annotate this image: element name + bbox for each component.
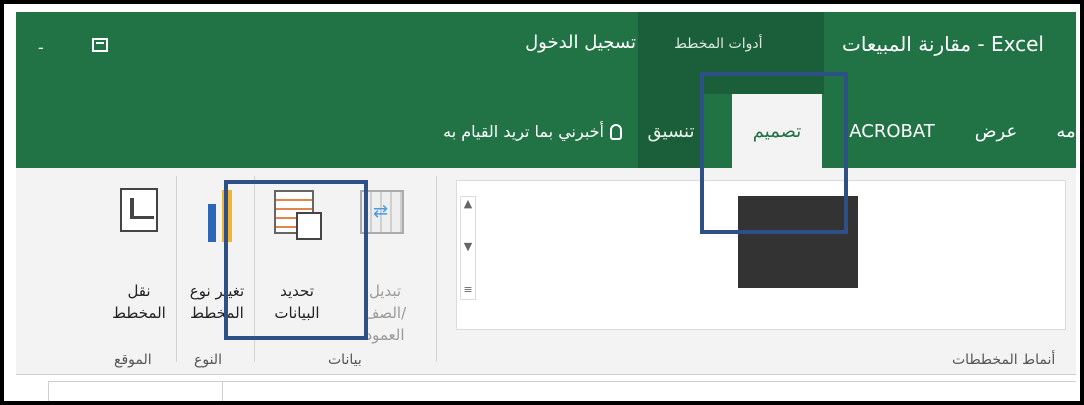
select-data-label: تحديد البيانات [274, 282, 320, 322]
ribbon-tabs: أخبرني بما تريد القيام به تنسيق تصميم AC… [16, 94, 1076, 168]
group-label-location: الموقع [114, 352, 152, 368]
tab-view[interactable]: عرض [966, 94, 1026, 168]
screenshot-frame: - تسجيل الدخول أدوات المخطط مقارنة المبي… [0, 0, 1084, 405]
select-data-icon [274, 190, 322, 240]
change-chart-type-icon [204, 190, 240, 242]
tab-acrobat[interactable]: ACROBAT [842, 94, 942, 168]
gallery-scroll-up-icon[interactable]: ▲ [461, 197, 475, 210]
gallery-scrollbar[interactable]: ▲ ▼ ≡ [460, 196, 476, 300]
tell-me-text: أخبرني بما تريد القيام به [443, 122, 604, 141]
move-chart-icon [120, 188, 158, 232]
select-data-button[interactable]: تحديد البيانات [262, 178, 332, 328]
tell-me-box[interactable]: أخبرني بما تريد القيام به [443, 122, 622, 141]
tab-partial[interactable]: مه [1054, 94, 1078, 168]
change-chart-type-label: تغيير نوع المخطط [189, 282, 245, 322]
change-chart-type-button[interactable]: تغيير نوع المخطط [182, 178, 252, 328]
group-label-type: النوع [194, 352, 222, 368]
document-title: مقارنة المبيعات - Excel [841, 32, 1044, 56]
group-label-chart-styles: أنماط المخططات [952, 352, 1056, 368]
gallery-scroll-down-icon[interactable]: ▼ [461, 240, 475, 253]
group-label-data: بيانات [328, 352, 362, 368]
login-link[interactable]: تسجيل الدخول [525, 32, 636, 53]
switch-row-column-label: تبديل الصف/ العمود [363, 282, 407, 344]
move-chart-button[interactable]: نقل المخطط [104, 178, 174, 328]
switch-row-column-button[interactable]: تبديل الصف/ العمود [350, 178, 420, 344]
gallery-more-icon[interactable]: ≡ [461, 283, 475, 296]
tab-design[interactable]: تصميم [732, 94, 822, 168]
switch-row-column-icon [360, 190, 404, 234]
quick-access-icon[interactable] [92, 38, 108, 52]
group-separator [436, 176, 437, 362]
formula-bar-area [16, 375, 1076, 401]
chart-tools-label: أدوات المخطط [674, 36, 763, 52]
group-separator [176, 176, 177, 362]
formula-input[interactable] [222, 381, 1076, 401]
tab-format[interactable]: تنسيق [638, 94, 704, 168]
title-bar: - تسجيل الدخول أدوات المخطط مقارنة المبي… [16, 12, 1076, 182]
ribbon-panel: نقل المخطط تغيير نوع المخطط تحديد البيان… [16, 168, 1076, 374]
chart-style-thumbnail[interactable] [738, 196, 858, 288]
move-chart-label: نقل المخطط [112, 282, 166, 322]
bulb-icon [610, 123, 622, 140]
title-dash: - [38, 38, 44, 57]
name-box[interactable] [48, 381, 222, 401]
group-separator [254, 176, 255, 362]
